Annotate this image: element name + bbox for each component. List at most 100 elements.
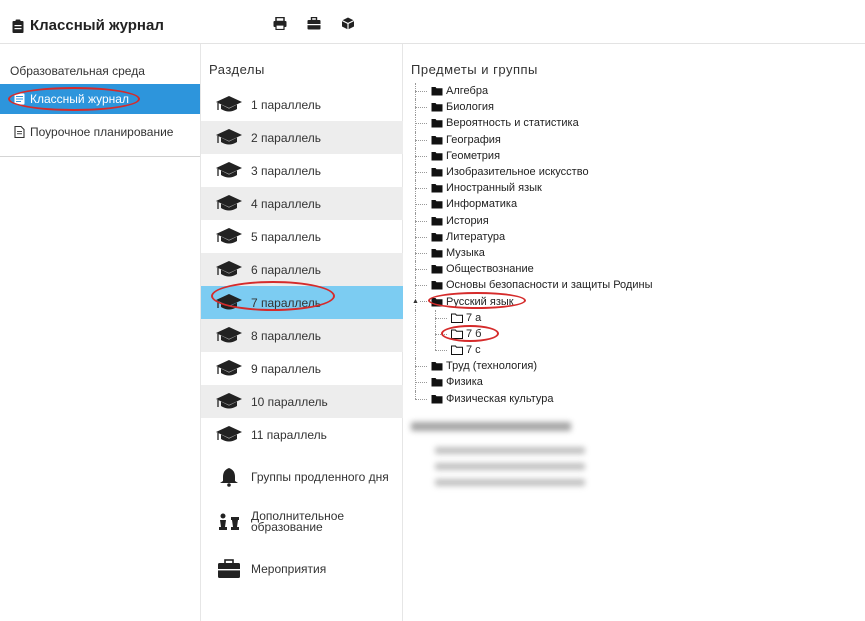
folder-icon [431,297,446,307]
tree-node-subject[interactable]: Труд (технология) [411,358,652,375]
folder-icon [431,232,446,242]
section-item[interactable]: Дополнительное образование [201,499,403,544]
folder-icon [431,361,446,371]
tree-node-subject[interactable]: Физическая культура [411,390,652,407]
section-item-label: Мероприятия [251,561,327,576]
section-item[interactable]: 11 параллель [201,418,403,451]
section-item-label: 2 параллель [251,130,322,145]
tree-node-label: Геометрия [446,149,501,162]
graduation-cap-icon [215,128,251,148]
section-item-label: 3 параллель [251,163,322,178]
notebook-icon [14,93,25,105]
tree-node-subject[interactable]: Обществознание [411,261,652,278]
graduation-cap-icon [215,326,251,346]
tree-node-label: Информатика [446,198,518,211]
tree-node-group[interactable]: 7 а [411,309,652,327]
tree-node-label: 7 б [466,327,482,340]
tree-node-group[interactable]: 7 б [411,325,652,343]
section-item-label: Дополнительное образование [251,508,345,534]
graduation-cap-icon [215,293,251,313]
tree-node-label: География [446,133,501,146]
tree-node-label: Музыка [446,246,485,259]
subjects-panel: Предметы и группы Алгебра Биология Вероятн… [403,44,865,621]
tree-node-label: 7 с [466,344,481,357]
bell-icon [215,467,251,487]
tree-node-subject[interactable]: Алгебра [411,83,652,100]
open-folder-icon [451,345,466,356]
tree-node-label: История [446,214,489,227]
graduation-cap-icon [215,227,251,247]
section-item[interactable]: 5 параллель [201,220,403,253]
folder-icon [431,199,446,209]
folder-icon [431,377,446,387]
briefcase-icon[interactable] [306,16,322,30]
section-item[interactable]: 9 параллель [201,352,403,385]
print-icon[interactable] [272,16,288,30]
section-item[interactable]: 10 параллель [201,385,403,418]
section-item-label: 1 параллель [251,97,322,112]
section-item[interactable]: 2 параллель [201,121,403,154]
folder-icon [431,86,446,96]
collapse-triangle-icon[interactable]: ▲ [412,298,419,306]
section-item[interactable]: Группы продленного дня [201,454,403,499]
tree-node-label: Иностранный язык [446,182,542,195]
tree-node-subject[interactable]: Биология [411,99,652,116]
section-item[interactable]: 3 параллель [201,154,403,187]
section-item[interactable]: 7 параллель [201,286,403,319]
section-item-label: 8 параллель [251,328,322,343]
app-title: Классный журнал [12,17,164,34]
sections-panel: Разделы 1 параллель 2 параллель 3 параллел… [200,44,403,621]
open-folder-icon [451,313,466,323]
chess-icon [215,512,251,532]
section-item-label: 10 параллель [251,394,328,409]
nav-item-lesson-planning[interactable]: Поурочное планирование [0,117,200,147]
section-item[interactable]: 8 параллель [201,319,403,352]
tree-node-subject[interactable]: География [411,131,652,148]
tree-node-subject[interactable]: Вероятность и статистика [411,115,652,132]
header: Классный журнал [0,0,865,44]
nav-item-educational-environment[interactable]: Образовательная среда [0,56,200,86]
tree-node-subject[interactable]: История [411,212,652,229]
tree-node-label: Обществознание [446,263,534,276]
tree-node-label: Основы безопасности и защиты Родины [446,279,653,292]
folder-icon [431,216,446,226]
section-item-label: Группы продленного дня [251,469,389,484]
tree-node-label: Вероятность и статистика [446,117,579,130]
graduation-cap-icon [215,260,251,280]
tree-node-label: Биология [446,101,495,114]
section-item-label: 6 параллель [251,262,322,277]
tree-node-subject[interactable]: Физика [411,374,652,391]
tree-node-subject[interactable]: Изобразительное искусство [411,163,652,181]
nav-item-class-journal[interactable]: Классный журнал [0,84,200,114]
tree-node-subject[interactable]: Геометрия [411,147,652,165]
section-item[interactable]: 6 параллель [201,253,403,286]
folder-icon [431,280,446,290]
tree-node-subject[interactable]: Основы безопасности и защиты Родины [411,277,653,294]
folder-icon [431,183,446,193]
document-icon [14,126,25,138]
tree-node-group[interactable]: 7 с [411,342,652,359]
tree-node-label: Изобразительное искусство [446,166,589,179]
blurred-extracurricular-section [411,422,631,502]
cube-icon[interactable] [340,16,356,30]
section-item[interactable]: 4 параллель [201,187,403,220]
open-folder-icon [451,329,466,339]
section-item-label: 9 параллель [251,361,322,376]
section-item-label: 4 параллель [251,196,322,211]
tree-node-subject[interactable]: Иностранный язык [411,180,652,197]
section-item[interactable]: Мероприятия [201,546,403,591]
tree-node-subject[interactable]: Музыка [411,244,652,262]
section-item[interactable]: 1 параллель [201,88,403,121]
folder-icon [431,102,446,112]
sections-heading: Разделы [209,62,265,77]
briefcase-icon [215,558,251,579]
tree-node-subject[interactable]: Литература [411,228,652,246]
section-item-label: 11 параллель [251,427,327,442]
folder-icon [431,151,446,161]
tree-node-label: Физика [446,376,483,389]
tree-node-subject[interactable]: ▲ Русский язык [411,293,652,310]
clipboard-icon [12,19,24,33]
tree-node-label: Физическая культура [446,392,554,405]
tree-node-subject[interactable]: Информатика [411,196,652,213]
nav-item-label: Образовательная среда [10,64,145,78]
